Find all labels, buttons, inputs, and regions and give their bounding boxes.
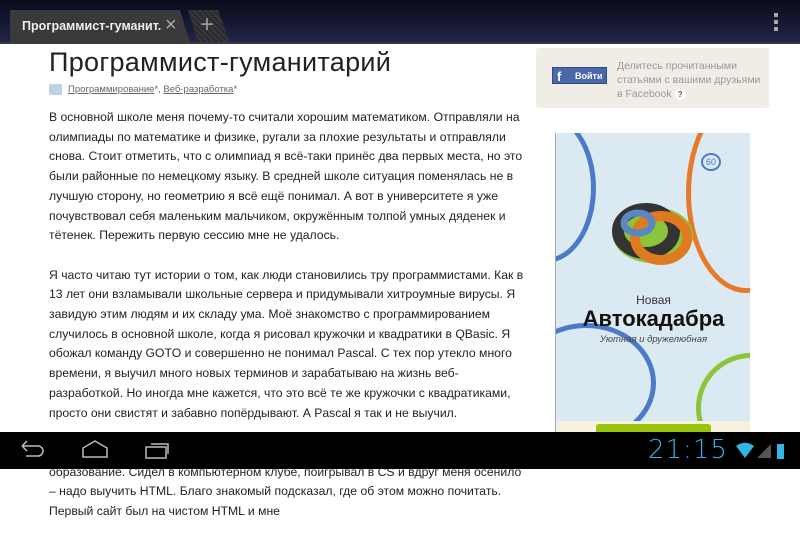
briefcase-icon [49,84,62,95]
speed-sign: 60 [701,153,722,171]
article-body: В основной школе меня почему-то считали … [49,108,525,541]
recent-apps-icon[interactable] [143,438,173,460]
ad-title: Автокадабра [582,306,725,331]
hub-link[interactable]: Программирование [68,84,154,95]
ad-subtitle: Уютная и дружелюбная [599,334,708,345]
facebook-text: Делитесь прочитанными статьями с вашими … [617,60,761,100]
system-navigation-bar: 21:15 [0,432,800,469]
overflow-menu-icon[interactable] [774,13,778,34]
signal-icon [757,444,771,458]
facebook-icon: f [557,69,562,84]
paragraph: Я часто читаю тут истории о том, как люд… [49,267,524,420]
page-title: Программист-гуманитарий [49,47,392,77]
home-icon[interactable] [80,438,110,460]
battery-icon [777,444,784,459]
clock: 21:15 [648,435,728,465]
plus-icon: + [200,11,215,38]
tire-knot-logo [612,203,693,265]
help-icon[interactable]: ? [674,89,686,100]
ad-kicker: Новая [636,293,671,307]
wifi-icon [736,442,754,458]
browser-tab[interactable]: Программист-гуманит. × [10,10,190,43]
facebook-share-box: f Войти Делитесь прочитанными статьями с… [536,48,769,108]
facebook-login-button[interactable]: f Войти [552,67,607,84]
divider [0,42,800,44]
advertisement-banner[interactable]: 60 Новая Автокадабра Уютная и дружелюбна… [555,133,750,433]
paragraph: В основной школе меня почему-то считали … [49,110,523,243]
tab-title: Программист-гуманит. [22,19,162,33]
article-hubs: Программирование*, Веб-разработка* [49,84,237,95]
new-tab-button[interactable]: + [188,10,230,43]
hub-link[interactable]: Веб-разработка [163,84,233,95]
back-icon[interactable] [18,438,46,460]
browser-tab-bar: Программист-гуманит. × + [0,0,800,44]
close-tab-icon[interactable]: × [165,14,177,37]
